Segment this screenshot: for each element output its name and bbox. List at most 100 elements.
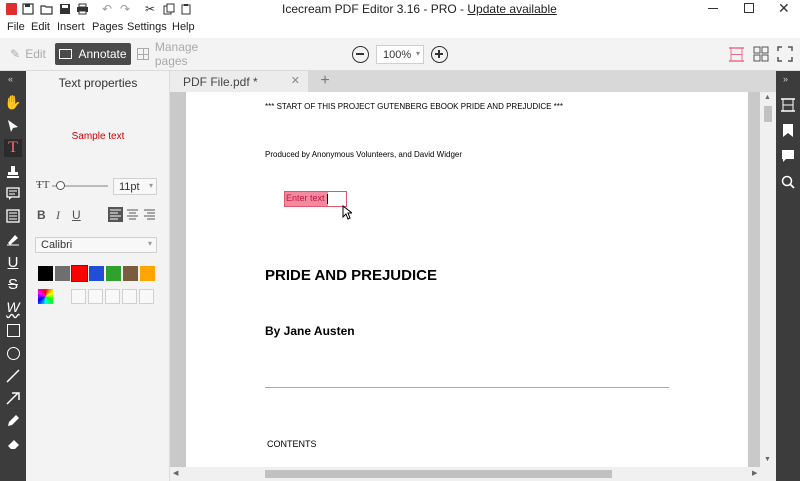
- scroll-right-icon[interactable]: ▶: [752, 469, 757, 477]
- align-left-icon[interactable]: [108, 207, 123, 222]
- paste-icon[interactable]: [180, 3, 192, 15]
- save-icon[interactable]: [22, 3, 34, 15]
- custom-color-slot[interactable]: [122, 289, 137, 304]
- strikethrough-icon[interactable]: S: [4, 275, 22, 293]
- edit-mode-button[interactable]: ✎ Edit: [4, 43, 52, 65]
- cut-icon[interactable]: ✂: [145, 3, 157, 15]
- update-available-link[interactable]: Update available: [467, 2, 556, 16]
- note-icon[interactable]: [4, 185, 22, 203]
- menu-file[interactable]: File: [7, 21, 25, 33]
- annotate-mode-button[interactable]: Annotate: [55, 43, 131, 65]
- document-tab[interactable]: PDF File.pdf * ✕: [170, 71, 308, 92]
- font-size-select[interactable]: 11pt ▾: [113, 178, 157, 195]
- color-swatch[interactable]: [89, 266, 104, 281]
- search-icon[interactable]: [781, 175, 795, 192]
- copy-icon[interactable]: [163, 3, 175, 15]
- menu-pages[interactable]: Pages: [92, 21, 123, 33]
- window-title: Icecream PDF Editor 3.16 - PRO - Update …: [282, 2, 557, 16]
- pdf-page[interactable]: *** START OF THIS PROJECT GUTENBERG EBOO…: [186, 92, 748, 481]
- horizontal-scroll-thumb[interactable]: [265, 470, 612, 478]
- eraser-icon[interactable]: [4, 435, 22, 453]
- custom-color-slot[interactable]: [139, 289, 154, 304]
- arrow-icon[interactable]: [4, 389, 22, 407]
- vertical-scroll-thumb[interactable]: [764, 106, 772, 122]
- text-tool-icon[interactable]: T: [4, 139, 22, 157]
- align-center-icon[interactable]: [125, 207, 140, 222]
- select-arrow-icon[interactable]: [4, 117, 22, 135]
- scroll-left-icon[interactable]: ◀: [173, 469, 178, 477]
- chevron-down-icon: ▾: [147, 239, 152, 248]
- new-tab-button[interactable]: +: [312, 71, 338, 92]
- ellipse-icon[interactable]: [4, 344, 22, 362]
- font-size-slider-thumb[interactable]: [56, 181, 65, 190]
- grid-view-icon[interactable]: [753, 46, 769, 62]
- scroll-down-icon[interactable]: ▼: [764, 456, 771, 463]
- comment-icon: [59, 49, 73, 59]
- right-tool-strip: »: [776, 71, 800, 481]
- open-folder-icon[interactable]: [40, 3, 53, 15]
- custom-color-slot[interactable]: [105, 289, 120, 304]
- hand-tool-icon[interactable]: ✋: [4, 93, 22, 111]
- font-size-icon: ŦT: [36, 179, 50, 191]
- pages-grid-icon: [137, 48, 149, 60]
- chevron-down-icon: ▾: [148, 181, 153, 190]
- color-swatch[interactable]: [55, 266, 70, 281]
- section-divider: [265, 387, 669, 388]
- print-icon[interactable]: [76, 3, 89, 15]
- bold-icon[interactable]: B: [37, 208, 46, 222]
- align-right-icon[interactable]: [142, 207, 157, 222]
- menu-edit[interactable]: Edit: [31, 21, 50, 33]
- color-swatch[interactable]: [38, 266, 53, 281]
- color-swatch[interactable]: [106, 266, 121, 281]
- underline-format-icon[interactable]: U: [72, 208, 81, 222]
- menu-insert[interactable]: Insert: [57, 21, 85, 33]
- zoom-out-icon[interactable]: [352, 46, 369, 63]
- main-toolbar: ✎ Edit Annotate Manage pages 100% ▾: [0, 38, 800, 71]
- minimize-icon[interactable]: [708, 8, 718, 9]
- bookmark-icon[interactable]: [782, 123, 794, 141]
- font-family-select[interactable]: Calibri ▾: [35, 237, 157, 253]
- rectangle-icon[interactable]: [4, 321, 22, 339]
- document-canvas[interactable]: *** START OF THIS PROJECT GUTENBERG EBOO…: [170, 92, 776, 481]
- pages-panel-icon[interactable]: [780, 97, 796, 116]
- scroll-up-icon[interactable]: ▲: [764, 94, 771, 101]
- comments-panel-icon[interactable]: [781, 149, 795, 166]
- squiggly-underline-icon[interactable]: W: [4, 298, 22, 316]
- edit-mode-label: Edit: [25, 47, 46, 61]
- pencil-draw-icon[interactable]: [4, 412, 22, 430]
- color-picker-icon[interactable]: [38, 289, 53, 304]
- menu-settings[interactable]: Settings: [127, 21, 167, 33]
- collapse-left-icon[interactable]: «: [8, 74, 13, 84]
- undo-icon[interactable]: ↶: [102, 3, 114, 15]
- collapse-right-icon[interactable]: »: [783, 74, 788, 84]
- close-tab-icon[interactable]: ✕: [291, 74, 300, 87]
- manage-pages-label: Manage pages: [154, 40, 199, 68]
- color-swatch[interactable]: [140, 266, 155, 281]
- italic-icon[interactable]: I: [56, 208, 60, 223]
- color-swatch[interactable]: [71, 265, 88, 282]
- zoom-select[interactable]: 100% ▾: [376, 45, 424, 64]
- custom-color-slot[interactable]: [71, 289, 86, 304]
- text-properties-panel: Text properties Sample text ŦT 11pt ▾ B …: [26, 71, 170, 481]
- text-box-icon[interactable]: [4, 207, 22, 225]
- text-annotation-input[interactable]: Enter text: [284, 191, 347, 207]
- line-icon[interactable]: [4, 367, 22, 385]
- fullscreen-icon[interactable]: [777, 46, 793, 62]
- single-page-view-icon[interactable]: [728, 46, 745, 63]
- highlighter-icon[interactable]: [4, 230, 22, 248]
- color-swatch[interactable]: [123, 266, 138, 281]
- manage-pages-button[interactable]: Manage pages: [137, 40, 233, 68]
- menu-help[interactable]: Help: [172, 21, 195, 33]
- stamp-icon[interactable]: [4, 163, 22, 181]
- maximize-icon[interactable]: [744, 3, 754, 13]
- menu-bar: File Edit Insert Pages Settings Help: [0, 18, 800, 38]
- horizontal-scrollbar[interactable]: ◀ ▶: [170, 467, 776, 481]
- annotate-mode-label: Annotate: [78, 47, 127, 61]
- close-icon[interactable]: ✕: [778, 0, 790, 16]
- custom-color-slot[interactable]: [88, 289, 103, 304]
- zoom-in-icon[interactable]: [431, 46, 448, 63]
- vertical-scrollbar[interactable]: ▲ ▼: [760, 92, 776, 469]
- disk-icon[interactable]: [59, 3, 71, 15]
- underline-icon[interactable]: U: [4, 253, 22, 271]
- redo-icon[interactable]: ↷: [120, 3, 132, 15]
